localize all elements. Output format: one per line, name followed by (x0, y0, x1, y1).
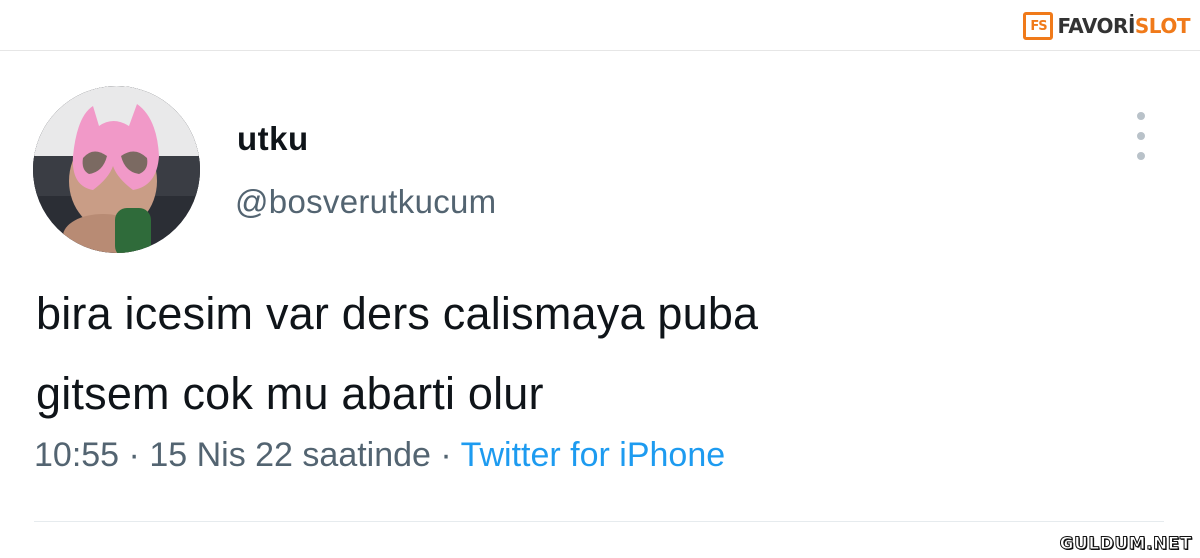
avatar[interactable] (33, 86, 200, 253)
divider (34, 521, 1164, 522)
meta-separator: · (128, 436, 140, 474)
avatar-image (33, 86, 200, 253)
tweet-text-line: gitsem cok mu abarti olur (36, 368, 544, 419)
guldum-watermark: GULDUM.NET (1059, 534, 1192, 555)
display-name[interactable]: utku (237, 120, 309, 158)
more-options-button[interactable] (1126, 112, 1156, 160)
tweet-card: utku @bosverutkucum bira icesim var ders… (0, 0, 1200, 522)
tweet-source-link[interactable]: Twitter for iPhone (461, 436, 726, 474)
user-handle[interactable]: @bosverutkucum (235, 183, 496, 221)
tweet-text-line: bira icesim var ders calismaya puba (36, 288, 759, 339)
more-vertical-icon-dot (1137, 112, 1145, 120)
tweet-time[interactable]: 10:55 (34, 436, 119, 474)
more-vertical-icon-dot (1137, 132, 1145, 140)
tweet-date[interactable]: 15 Nis 22 saatinde (149, 436, 431, 474)
tweet-text: bira icesim var ders calismaya puba gits… (36, 274, 1136, 434)
tweet-metadata: 10:55 · 15 Nis 22 saatinde · Twitter for… (34, 436, 725, 475)
more-vertical-icon-dot (1137, 152, 1145, 160)
meta-separator: · (440, 436, 452, 474)
